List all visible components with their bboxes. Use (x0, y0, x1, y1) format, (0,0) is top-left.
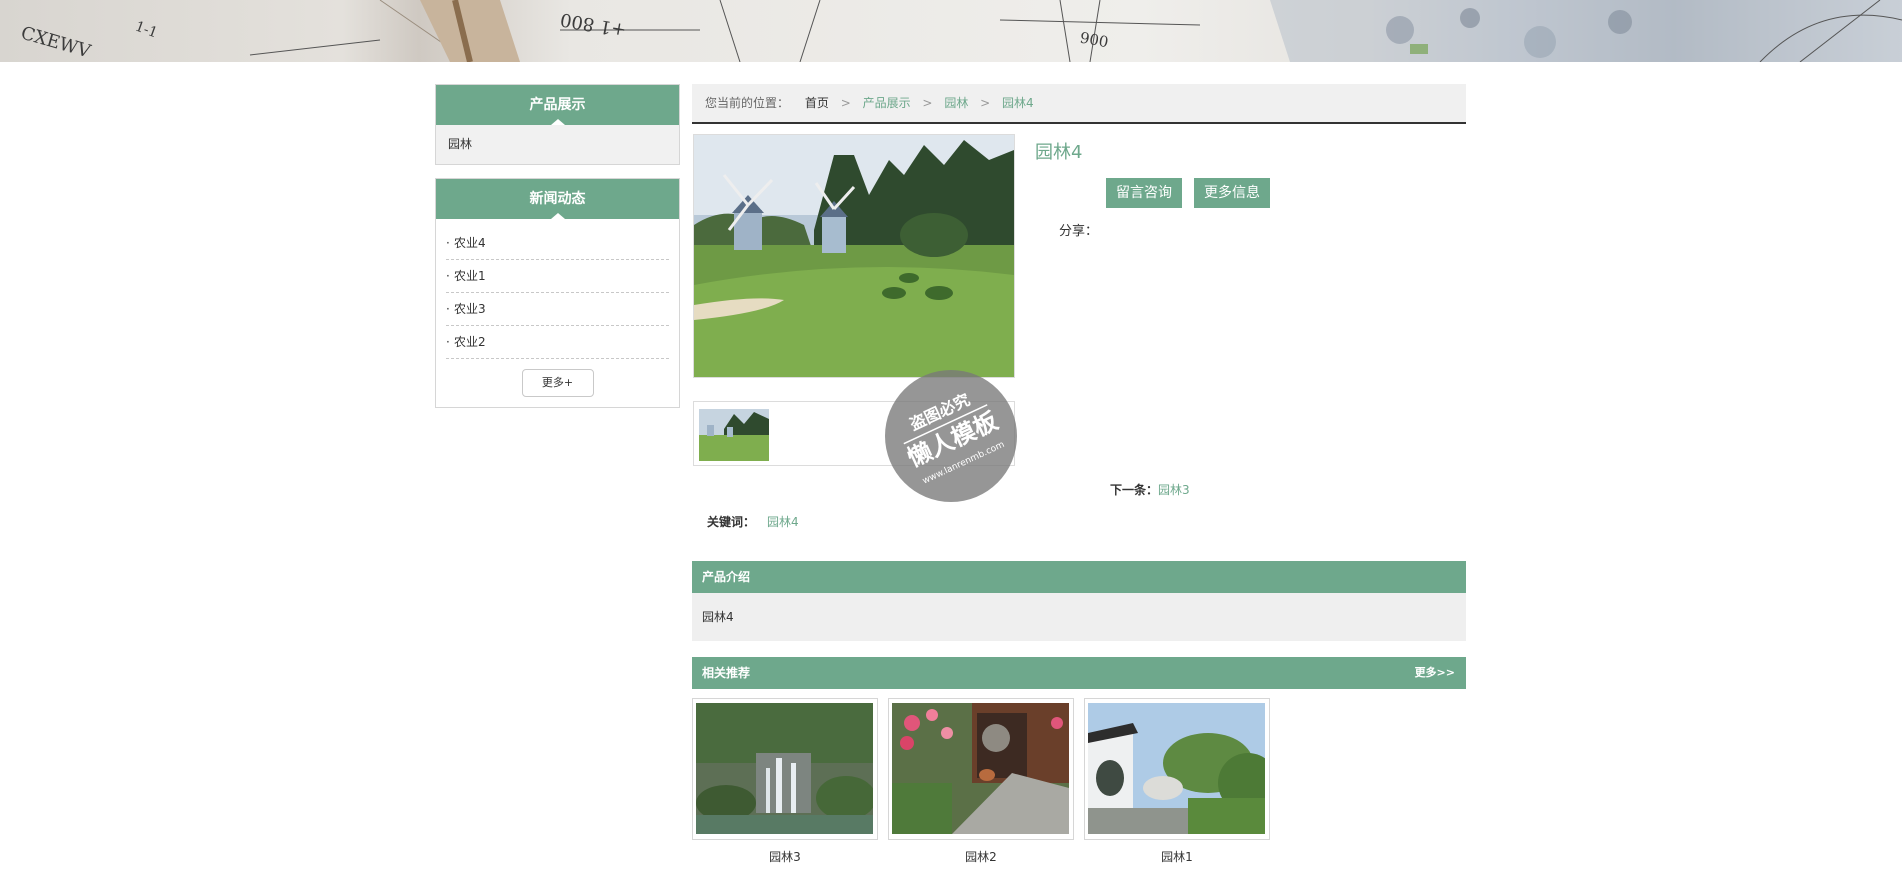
news-item[interactable]: · 农业2 (446, 326, 669, 359)
breadcrumb-link[interactable]: 产品展示 (863, 84, 911, 122)
news-list: · 农业4 · 农业1 · 农业3 · 农业2 (436, 219, 679, 359)
windmill-thumbnail-picture (699, 409, 769, 461)
share-label: 分享： (1059, 224, 1099, 239)
breadcrumb-home-link[interactable]: 首页 (805, 84, 829, 122)
related-caption[interactable]: 园林1 (1084, 848, 1270, 865)
product-category-title: 产品展示 (436, 85, 679, 125)
thumbnail-image[interactable] (699, 409, 769, 461)
related-card[interactable] (888, 698, 1074, 840)
related-image (892, 703, 1069, 834)
intro-text: 园林4 (702, 610, 734, 624)
related-caption[interactable]: 园林2 (888, 848, 1074, 865)
breadcrumb-link[interactable]: 园林4 (1002, 84, 1034, 122)
news-more-button[interactable]: 更多+ (521, 369, 594, 397)
news-item[interactable]: · 农业3 (446, 293, 669, 326)
keyword-link[interactable]: 园林4 (767, 515, 799, 529)
news-item-label: 农业4 (454, 236, 486, 250)
more-info-button[interactable]: 更多信息 (1194, 178, 1270, 208)
breadcrumb: 您当前的位置： 首页 > 产品展示 > 园林 > 园林4 (692, 84, 1466, 124)
related-header: 相关推荐 更多>> (692, 657, 1466, 689)
next-link[interactable]: 园林3 (1158, 483, 1190, 497)
category-item-garden[interactable]: 园林 (436, 125, 679, 164)
keywords: 关键词： 园林4 (707, 513, 799, 530)
news-item-label: 农业3 (454, 302, 486, 316)
news-item[interactable]: · 农业4 (446, 227, 669, 260)
breadcrumb-separator: > (922, 96, 933, 110)
moon-gate-picture (1088, 703, 1265, 834)
header-banner: CXEWV 1-1 +1 800 006 (0, 0, 1902, 62)
news-item[interactable]: · 农业1 (446, 260, 669, 293)
watermark-seal: 盗图必究 懒人模板 www.lanrenmb.com (885, 370, 1017, 502)
watermark-stamp: 盗图必究 懒人模板 www.lanrenmb.com (903, 390, 1006, 487)
related-card[interactable] (1084, 698, 1270, 840)
next-label: 下一条： (1110, 483, 1159, 497)
intro-header: 产品介绍 (692, 561, 1466, 593)
waterfall-garden-picture (696, 703, 873, 834)
product-main-image[interactable] (693, 134, 1015, 378)
news-item-label: 农业2 (454, 335, 486, 349)
windmill-garden-picture (694, 135, 1014, 377)
news-box: 新闻动态 · 农业4 · 农业1 · 农业3 · 农业2 更多+ (435, 178, 680, 408)
related-image (1088, 703, 1265, 834)
keywords-label: 关键词： (707, 515, 756, 529)
news-title: 新闻动态 (436, 179, 679, 219)
consult-button[interactable]: 留言咨询 (1106, 178, 1182, 208)
blueprint-illustration (249, 0, 1902, 62)
product-category-box: 产品展示 园林 (435, 84, 680, 165)
next-item: 下一条：园林3 (1110, 481, 1190, 498)
related-title: 相关推荐 (702, 666, 751, 680)
breadcrumb-separator: > (980, 96, 991, 110)
related-card[interactable] (692, 698, 878, 840)
breadcrumb-separator: > (840, 96, 851, 110)
related-caption[interactable]: 园林3 (692, 848, 878, 865)
flower-path-picture (892, 703, 1069, 834)
breadcrumb-link[interactable]: 园林 (944, 84, 968, 122)
product-title: 园林4 (1035, 142, 1083, 163)
related-more-link[interactable]: 更多>> (1415, 657, 1455, 689)
news-item-label: 农业1 (454, 269, 486, 283)
intro-body: 园林4 (692, 593, 1466, 641)
intro-title: 产品介绍 (702, 570, 751, 584)
related-image (696, 703, 873, 834)
breadcrumb-label: 您当前的位置： (705, 96, 790, 110)
